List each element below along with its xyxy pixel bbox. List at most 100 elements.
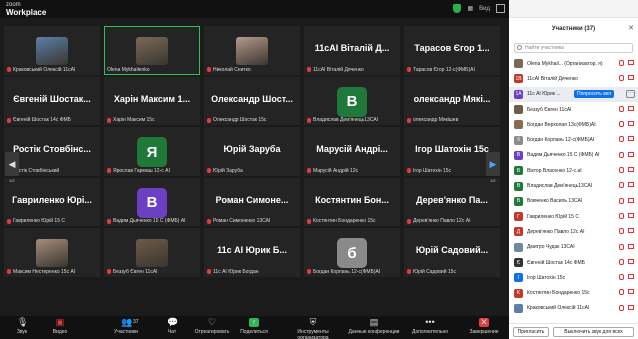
video-tile[interactable]: Харін Максим 1... Харін Максим 15с — [104, 76, 200, 125]
participant-row[interactable]: В Владислав Дем'янець13САІ — [509, 178, 638, 193]
video-tile[interactable]: Беззуб Євген 11сАІ — [104, 228, 200, 277]
video-tile[interactable]: Дерев'янко Па... Дерев'янко Павло 12с АІ — [404, 177, 500, 226]
participant-row[interactable]: Богдан Верхолая 13с(ФМБ)АІ — [509, 117, 638, 132]
tile-display-name: Гавриленко Юрі... — [12, 194, 92, 205]
participant-row[interactable]: Olena Mykhail... (Организатор, я) — [509, 56, 638, 71]
camera-off-icon — [628, 60, 634, 65]
video-tile[interactable]: Максим Нестеренко 15с АІ — [4, 228, 100, 277]
next-page-button[interactable]: ▶ — [486, 152, 500, 176]
participant-row[interactable]: В Віктор Власенко 12-с.аІ — [509, 163, 638, 178]
panel-close-icon[interactable]: ✕ — [628, 24, 634, 32]
video-tile[interactable]: В Владислав Дем'янець13САІ — [304, 76, 400, 125]
tile-name-label: Юрій Садовий 15с — [407, 269, 497, 275]
meeting-toolbar: 🎙 Звук ▣ Видео 👥 Участники 37 💬 Чат ♡ От… — [0, 316, 509, 339]
participant-row[interactable]: Беззуб Євген 11сАІ — [509, 102, 638, 117]
mic-muted-icon — [107, 117, 111, 123]
tile-name-text: 11с АІ Юрик Богдан — [213, 268, 259, 275]
mic-muted-icon — [619, 167, 624, 174]
reactions-button[interactable]: ♡ Отреагировать — [190, 318, 234, 336]
video-tile[interactable]: Марусій Андрі... Марусій Андрій 12с — [304, 127, 400, 176]
right-arrow-icon: ▶ — [489, 158, 497, 169]
video-tile[interactable]: Євгеній Шостак... Євгеній Шостак 14с ФМБ — [4, 76, 100, 125]
video-tile[interactable]: Olena Mykhailenko — [104, 26, 200, 75]
video-tile[interactable]: 11сАІ Віталій Д... 11сАІ Віталій Дяченко — [304, 26, 400, 75]
participant-search-input[interactable]: Найти участника — [514, 43, 633, 53]
share-screen-button[interactable]: ↑ Поделиться — [232, 318, 276, 336]
previous-page-button[interactable]: ◀ — [5, 152, 19, 176]
video-tile[interactable]: Юрій Заруба Юрій Заруба — [204, 127, 300, 176]
mic-muted-icon — [619, 304, 624, 311]
participant-row[interactable]: 1В 11сАІ Віталій Дяченко — [509, 71, 638, 86]
participants-button[interactable]: 👥 Участники — [104, 318, 148, 336]
chat-button[interactable]: 💬 Чат — [150, 318, 194, 336]
participant-row[interactable]: Д Дерев'янко Павло 12с АІ — [509, 224, 638, 239]
meeting-info-label: Данные конференции — [348, 329, 400, 335]
avatar — [514, 242, 523, 252]
video-tile[interactable]: Костянтин Бон... Костянтин Бондаренко 15с — [304, 177, 400, 226]
participant-row[interactable]: В Вовченко Василь 13САІ — [509, 194, 638, 209]
video-tile[interactable]: Тарасов Єгор 1... Тарасов Єгор 12-с(ФМБ)А… — [404, 26, 500, 75]
participant-row[interactable]: І Ігор Шатохін 15с — [509, 270, 638, 285]
video-tile[interactable]: Роман Симоне... Роман Симоненко 13САІ — [204, 177, 300, 226]
video-tile[interactable]: Николай Снитко — [204, 26, 300, 75]
video-tile[interactable]: Краковський Олексій 11сАІ — [4, 26, 100, 75]
camera-off-icon — [628, 182, 634, 188]
participant-row[interactable]: б Богдан Корпань 12-с(ФМБ)АІ — [509, 132, 638, 147]
mic-muted-icon — [619, 60, 624, 66]
video-tile[interactable]: В Вадим Дьяченко 15 С (ФМБ) АІ — [104, 177, 200, 226]
video-button[interactable]: ▣ Видео — [38, 318, 82, 336]
participant-row[interactable]: К Костянтин Бондаренко 15с — [509, 285, 638, 300]
ask-to-unmute-button[interactable]: Попросить вкл — [574, 89, 615, 98]
video-tile[interactable]: олександр Мякі... олександр Мякішев — [404, 76, 500, 125]
view-button[interactable]: Вид — [479, 6, 490, 12]
tile-display-name: Тарасов Єгор 1... — [414, 43, 490, 53]
camera-off-icon — [628, 228, 634, 234]
video-tile[interactable]: б Богдан Корпань 12-с(ФМБ)АІ — [304, 228, 400, 277]
video-tile[interactable]: Гавриленко Юрі... Гавриленко Юрій 15 С — [4, 177, 100, 226]
participant-row[interactable]: 1А 11с АІ Юрик ... Попросить вкл ··· — [509, 86, 638, 102]
invite-button[interactable]: Пригласить — [513, 327, 549, 337]
participant-photo — [236, 37, 268, 65]
encryption-shield-icon[interactable] — [453, 4, 462, 13]
end-call-icon: ✕ — [479, 317, 489, 327]
participant-row[interactable]: В Вадим Дьяченко 15 С (ФМБ) АІ — [509, 148, 638, 163]
tile-name-text: Беззуб Євген 11сАІ — [113, 268, 158, 275]
participant-row[interactable]: Краковський Олексій 11сАІ — [509, 301, 638, 316]
avatar: К — [514, 288, 523, 298]
host-tools-button[interactable]: ⛨ Инструменты организатора — [282, 318, 344, 339]
participant-row[interactable]: Г Гавриленко Юрій 15 С — [509, 209, 638, 224]
fullscreen-icon[interactable] — [496, 4, 505, 13]
end-meeting-button[interactable]: ✕ Завершение — [462, 317, 506, 336]
participant-name: Краковський Олексій 11сАІ — [527, 305, 590, 312]
tile-name-text: Олександр Шостак 15с — [213, 117, 267, 123]
video-tile[interactable]: Олександр Шост... Олександр Шостак 15с — [204, 76, 300, 125]
tile-name-text: Марусій Андрій 12с — [313, 167, 359, 174]
mic-muted-icon — [619, 274, 624, 281]
video-tile[interactable]: Я Ярослав Гармаш 12-с АІ — [104, 127, 200, 176]
participant-name: Беззуб Євген 11сАІ — [527, 106, 572, 113]
meeting-info-button[interactable]: ▤ Данные конференции — [344, 318, 404, 336]
more-button[interactable]: ••• Дополнительно — [404, 318, 456, 336]
tile-name-label: Юрій Заруба — [207, 168, 297, 174]
participants-count: 37 — [133, 319, 139, 325]
tile-name-text: Харін Максим 15с — [113, 117, 155, 123]
tile-display-name: Євгеній Шостак... — [13, 93, 91, 104]
tile-name-label: Гавриленко Юрій 15 С — [7, 218, 97, 224]
camera-off-icon — [628, 105, 634, 111]
camera-off-icon — [628, 75, 634, 81]
tile-name-label: олександр Мякішев — [407, 117, 497, 123]
participant-status-icons — [619, 121, 634, 128]
zoom-logo: zoom Workplace — [6, 2, 46, 17]
view-icon[interactable]: ▦ — [467, 5, 473, 12]
participant-more-icon[interactable]: ··· — [626, 89, 635, 98]
mic-muted-icon — [207, 269, 211, 274]
participant-row[interactable]: Дмитро Чудак 13САІ — [509, 240, 638, 255]
video-tile[interactable]: Юрій Садовий... Юрій Садовий 15с — [404, 228, 500, 277]
tile-display-name: Дерев'янко Па... — [416, 194, 488, 205]
video-tile[interactable]: 11с АІ Юрик Б... 11с АІ Юрик Богдан — [204, 228, 300, 277]
participant-name: Богдан Верхолая 13с(ФМБ)АІ — [527, 121, 596, 128]
mic-muted-icon — [619, 75, 624, 82]
participant-row[interactable]: Є Євгеній Шостак 14с ФМБ — [509, 255, 638, 270]
mute-all-button[interactable]: Выключить звук для всех — [553, 327, 634, 337]
tile-name-label: Olena Mykhailenko — [107, 67, 197, 73]
